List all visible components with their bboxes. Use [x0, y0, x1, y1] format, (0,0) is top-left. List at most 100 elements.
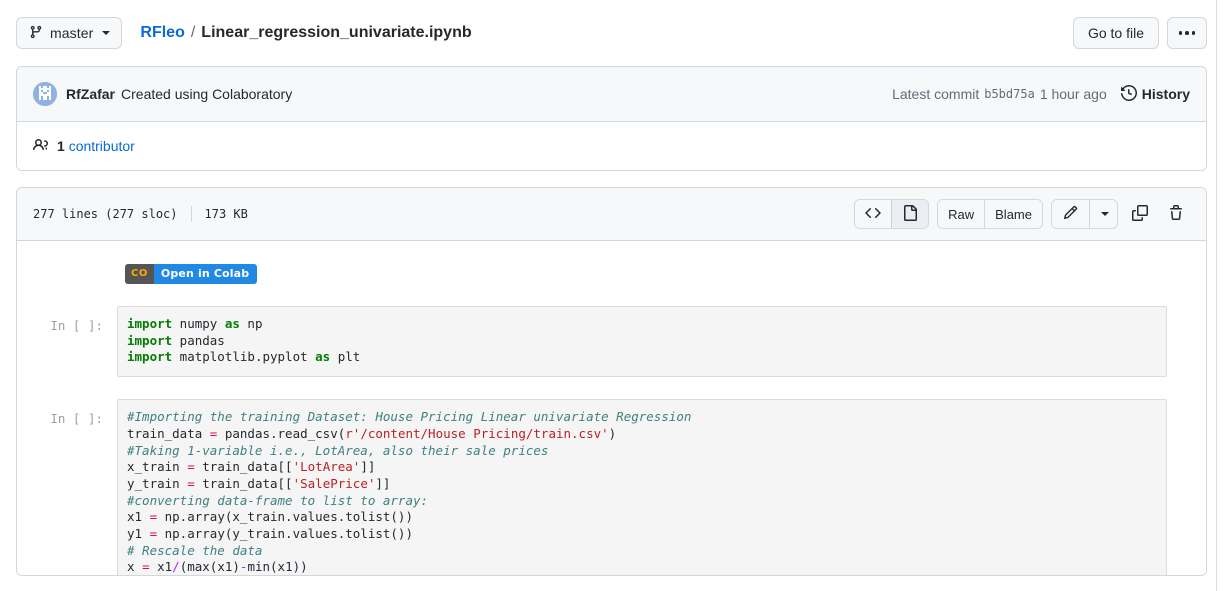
more-options-button[interactable] [1167, 17, 1207, 49]
edit-dropdown-button[interactable] [1089, 200, 1117, 228]
code-token: train_data[[ [194, 459, 293, 475]
notebook-cell: In [ ]: import numpy as np import pandas … [33, 306, 1190, 378]
contributors-count: 1 [57, 138, 65, 154]
code-view-button[interactable] [855, 200, 892, 228]
file-navigation-bar: master RFleo / Linear_regression_univari… [0, 0, 1223, 66]
branch-selector-button[interactable]: master [16, 17, 123, 49]
code-token: ) [608, 425, 617, 441]
git-branch-icon [29, 25, 43, 42]
code-token: matplotlib.pyplot [172, 349, 316, 365]
code-token: train_data [127, 425, 210, 441]
history-clock-icon [1120, 84, 1137, 104]
chevron-down-icon [102, 31, 111, 35]
breadcrumb: RFleo / Linear_regression_univariate.ipy… [140, 24, 471, 42]
code-token: x [127, 559, 143, 575]
code-token: / [172, 559, 180, 575]
colab-logo-text: CO [131, 268, 148, 279]
notebook-cells: In [ ]: import numpy as np import pandas … [33, 306, 1190, 575]
edit-split-button [1051, 199, 1118, 229]
kebab-horizontal-icon [1178, 31, 1196, 35]
code-brackets-icon [865, 205, 881, 224]
commit-sha[interactable]: b5bd75a [984, 87, 1035, 101]
code-token: import [127, 332, 173, 348]
raw-button[interactable]: Raw [938, 200, 985, 228]
open-in-colab-badge[interactable]: CO Open in Colab [125, 264, 258, 284]
latest-commit-panel: RfZafar Created using Colaboratory Lates… [16, 66, 1207, 171]
code-token: x1 [127, 509, 150, 525]
chevron-down-icon [1100, 212, 1109, 216]
code-token: ]] [375, 475, 391, 491]
latest-commit-row: RfZafar Created using Colaboratory Lates… [17, 67, 1206, 122]
code-token: pandas.read_csv( [217, 425, 346, 441]
contributors-word: contributor [68, 138, 135, 154]
code-token: (max(x1) [179, 559, 240, 575]
copy-raw-content-button[interactable] [1126, 200, 1154, 228]
preview-view-button[interactable] [891, 200, 929, 228]
code-token: np [239, 316, 263, 331]
file-toolbar-actions: Raw Blame [854, 199, 1190, 229]
code-token: x1 [149, 559, 173, 575]
github-file-view: master RFleo / Linear_regression_univari… [0, 0, 1223, 591]
file-navigation-actions: Go to file [1072, 17, 1207, 49]
code-token: = [149, 509, 158, 525]
copy-icon [1132, 204, 1148, 224]
delete-file-button[interactable] [1162, 200, 1190, 228]
code-token: ]] [360, 459, 376, 475]
notebook-cell: In [ ]: #Importing the training Dataset: … [33, 399, 1190, 575]
code-token: = [187, 459, 195, 475]
code-token: y_train [127, 475, 188, 491]
code-token: = [142, 559, 150, 575]
commit-message[interactable]: Created using Colaboratory [121, 86, 292, 102]
open-in-colab-label: Open in Colab [153, 264, 258, 284]
code-token: as [224, 316, 240, 331]
code-token: plt [330, 349, 361, 365]
breadcrumb-file-name: Linear_regression_univariate.ipynb [201, 24, 472, 41]
cell-source-code: import numpy as np import pandas import … [127, 316, 1166, 366]
code-token: # Rescale the data [127, 542, 263, 558]
contributors-row[interactable]: 1 contributor [17, 122, 1206, 170]
commit-relative-time: 1 hour ago [1039, 86, 1107, 102]
code-token: = [149, 526, 158, 542]
code-token: import [127, 316, 173, 331]
avatar[interactable] [33, 82, 57, 106]
code-token: min(x1)) [247, 559, 308, 575]
history-label: History [1141, 86, 1190, 102]
commit-author-name[interactable]: RfZafar [66, 86, 115, 102]
code-token: import [127, 349, 173, 365]
latest-commit-label: Latest commit [892, 86, 980, 102]
code-token: #converting data-frame to list to array: [127, 492, 429, 508]
file-toolbar: 277 lines (277 sloc) 173 KB Raw Blame [17, 188, 1206, 241]
code-token: train_data[[ [194, 475, 293, 491]
code-token: y1 [127, 526, 150, 542]
cell-input-area: #Importing the training Dataset: House P… [117, 399, 1167, 575]
breadcrumb-repo-link[interactable]: RFleo [140, 24, 184, 42]
code-token: x_train [127, 459, 188, 475]
blame-button[interactable]: Blame [984, 200, 1042, 228]
code-token: np.array(x_train.values.tolist()) [157, 509, 413, 525]
code-token: 'SalePrice' [292, 475, 376, 491]
page-right-rule [1216, 0, 1217, 591]
code-token: = [187, 475, 195, 491]
code-token: #Importing the training Dataset: House P… [127, 409, 692, 425]
go-to-file-button[interactable]: Go to file [1072, 17, 1159, 49]
code-token: numpy [172, 316, 225, 331]
meta-divider [190, 206, 192, 222]
breadcrumb-separator: / [190, 24, 196, 41]
cell-source-code: #Importing the training Dataset: House P… [127, 409, 1166, 575]
commit-meta: Latest commit b5bd75a 1 hour ago History [892, 84, 1190, 104]
cell-prompt: In [ ]: [50, 318, 103, 333]
contributors-label: 1 contributor [57, 138, 135, 154]
code-token: np.array(y_train.values.tolist()) [157, 526, 413, 542]
file-document-icon [902, 204, 918, 224]
code-token: 'LotArea' [292, 459, 361, 475]
cell-prompt: In [ ]: [50, 411, 103, 427]
cell-input-area: import numpy as np import pandas import … [117, 306, 1167, 378]
file-lines-count: 277 lines (277 sloc) [33, 207, 178, 221]
notebook-render-area: CO Open in Colab In [ ]: import numpy as … [17, 241, 1206, 575]
pencil-icon [1063, 205, 1078, 223]
file-size: 173 KB [204, 207, 248, 221]
edit-file-button[interactable] [1052, 200, 1089, 228]
people-icon [33, 137, 49, 156]
code-token: pandas [172, 332, 225, 348]
history-link[interactable]: History [1120, 84, 1190, 104]
